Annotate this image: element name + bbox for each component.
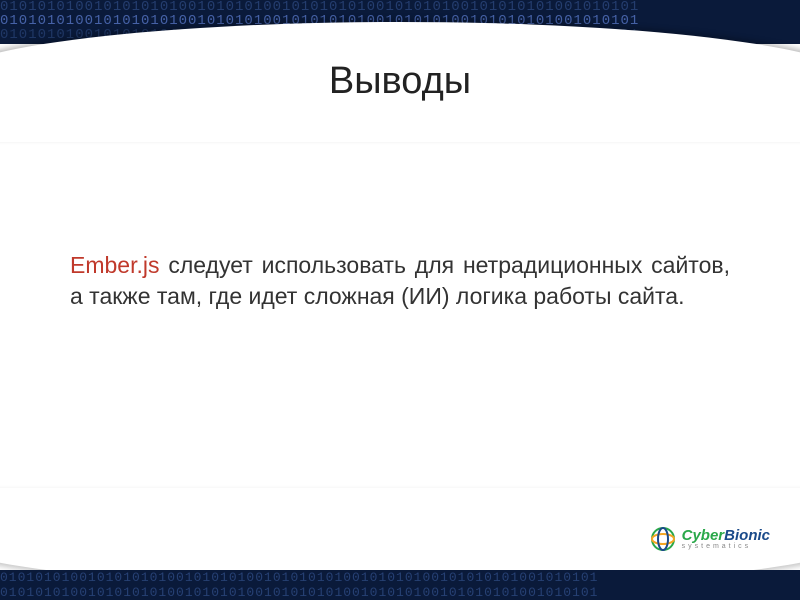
bottom-decor-band: 0101010100101010101001010101001010101010… <box>0 570 800 600</box>
logo-brand-part2: Bionic <box>724 527 770 544</box>
logo-tagline: systematics <box>682 543 770 550</box>
slide-body: Ember.js следует использовать для нетрад… <box>70 250 730 312</box>
logo: CyberBionic systematics <box>650 526 770 552</box>
body-highlight: Ember.js <box>70 252 159 278</box>
slide: 0101010100101010101001010101001010101010… <box>0 0 800 600</box>
logo-globe-icon <box>650 526 676 552</box>
logo-text: CyberBionic systematics <box>682 528 770 550</box>
decor-binary-row: 0101010100101010101001010101001010101010… <box>0 585 800 600</box>
decor-binary-row: 0101010100101010101001010101001010101010… <box>0 0 800 14</box>
slide-title: Выводы <box>0 60 800 103</box>
body-rest: следует использовать для нетрадиционных … <box>70 252 730 309</box>
logo-brand-part1: Cyber <box>682 527 725 544</box>
logo-brand: CyberBionic <box>682 528 770 543</box>
decor-binary-row: 0101010100101010101001010101001010101010… <box>0 570 800 585</box>
